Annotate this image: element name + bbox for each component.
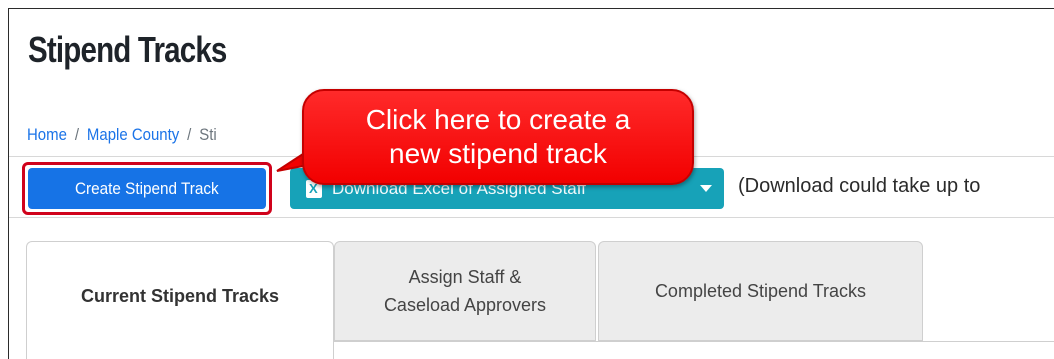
breadcrumb-county-link[interactable]: Maple County bbox=[87, 125, 179, 144]
breadcrumb-separator: / bbox=[187, 125, 192, 144]
create-stipend-track-label: Create Stipend Track bbox=[75, 178, 219, 198]
tab-label-line-1: Assign Staff & bbox=[408, 267, 522, 287]
breadcrumb-home-link[interactable]: Home bbox=[27, 125, 67, 144]
breadcrumb-separator: / bbox=[74, 125, 80, 144]
callout-line-1: Click here to create a bbox=[365, 104, 631, 135]
page-title: Stipend Tracks bbox=[28, 29, 227, 70]
tab-label: Current Stipend Tracks bbox=[80, 286, 280, 306]
tab-label-line-2: Caseload Approvers bbox=[383, 295, 547, 315]
toolbar-divider-bottom bbox=[9, 217, 1054, 218]
tab-current-stipend-tracks[interactable]: Current Stipend Tracks bbox=[26, 241, 334, 359]
tab-assign-staff-caseload-approvers[interactable]: Assign Staff & Caseload Approvers bbox=[334, 241, 596, 341]
download-note: (Download could take up to bbox=[738, 175, 981, 197]
tab-completed-stipend-tracks[interactable]: Completed Stipend Tracks bbox=[598, 241, 923, 341]
breadcrumb-current: Sti bbox=[199, 125, 217, 144]
app-frame: Stipend Tracks Home / Maple County / Sti Cre… bbox=[8, 8, 1054, 359]
callout-line-2: new stipend track bbox=[389, 138, 607, 169]
instruction-callout: Click here to create a new stipend track bbox=[302, 89, 694, 185]
tab-bar: Current Stipend Tracks Assign Staff & Ca… bbox=[26, 241, 1054, 359]
tab-label: Completed Stipend Tracks bbox=[654, 281, 867, 301]
caret-down-icon[interactable] bbox=[700, 185, 712, 192]
breadcrumb: Home / Maple County / Sti bbox=[27, 125, 217, 145]
create-stipend-track-button[interactable]: Create Stipend Track bbox=[28, 168, 266, 209]
